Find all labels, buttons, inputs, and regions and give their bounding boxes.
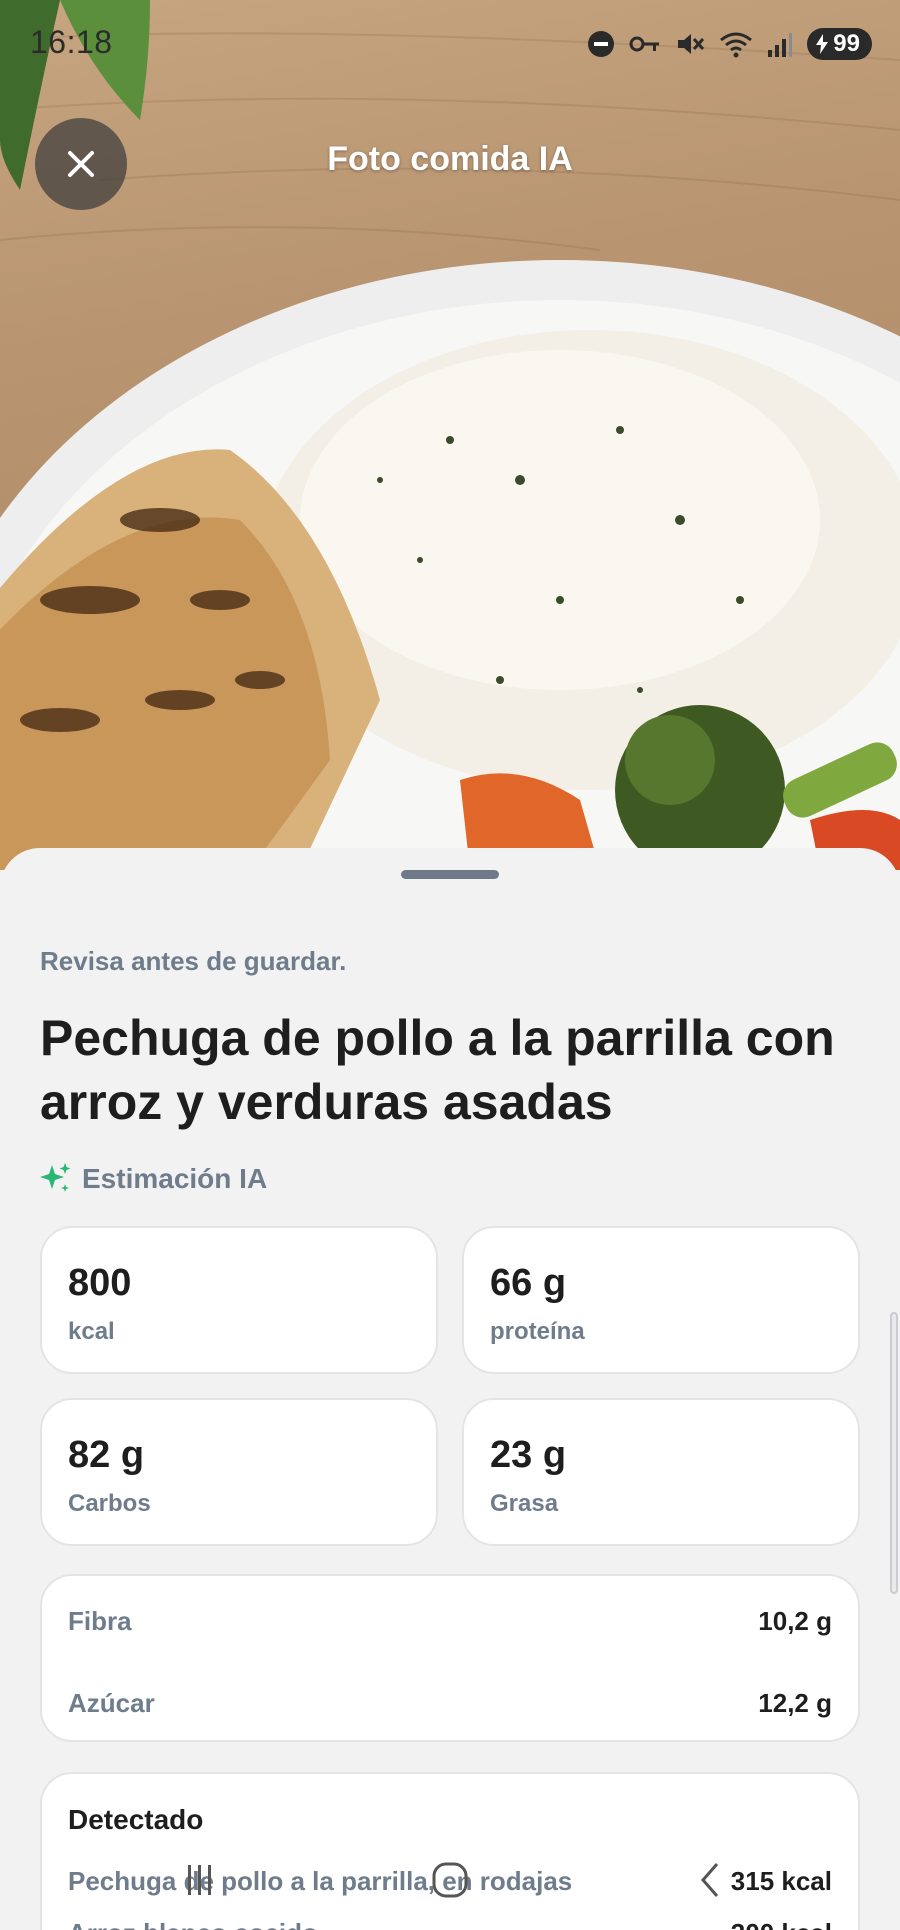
sugar-label: Azúcar [68,1688,155,1718]
status-time: 16:18 [30,24,113,60]
do-not-disturb-icon [587,30,615,58]
drag-handle[interactable] [401,870,499,879]
kcal-card[interactable]: 800 kcal [40,1226,438,1374]
sparkle-icon [40,1163,71,1192]
carbs-unit: Carbos [68,1490,151,1517]
screen: 16:18 99 Foto comida IA Revisa antes de … [0,0,900,1930]
review-sheet: Revisa antes de guardar. Pechuga de poll… [0,848,900,1930]
battery-indicator: 99 [807,28,872,60]
kcal-unit: kcal [68,1318,115,1345]
status-bar: 16:18 99 [0,0,900,86]
back-icon [701,1863,719,1897]
navigation-bar [0,1850,900,1930]
ai-estimate-badge: Estimación IA [38,1162,267,1196]
meal-photo-illustration [0,0,900,870]
meal-photo [0,0,900,870]
fat-unit: Grasa [490,1490,559,1517]
protein-card[interactable]: 66 g proteína [462,1226,860,1374]
battery-level: 99 [833,30,860,57]
status-icons: 99 [587,26,872,62]
sheet-subtitle: Revisa antes de guardar. [40,946,347,976]
vpn-key-icon [629,34,661,54]
home-icon [432,1862,468,1898]
detected-title: Detectado [68,1804,204,1835]
fiber-label: Fibra [68,1606,132,1636]
sugar-value[interactable]: 12,2 g [758,1688,832,1719]
carbs-value: 82 g [68,1434,145,1476]
back-button[interactable] [680,1850,740,1910]
protein-unit: proteína [490,1318,585,1345]
fiber-value[interactable]: 10,2 g [758,1606,832,1637]
wifi-icon [719,30,753,58]
recent-apps-icon [188,1865,211,1895]
fat-value: 23 g [490,1434,567,1476]
recent-apps-button[interactable] [170,1850,230,1910]
scrollbar[interactable] [890,1312,898,1594]
carbs-card[interactable]: 82 g Carbos [40,1398,438,1546]
ai-estimate-label: Estimación IA [82,1163,268,1194]
protein-value: 66 g [490,1262,567,1304]
mute-icon [675,30,705,58]
page-title: Foto comida IA [327,140,573,178]
fat-card[interactable]: 23 g Grasa [462,1398,860,1546]
meal-title: Pechuga de pollo a la parrilla con arroz… [40,1010,835,1130]
home-button[interactable] [420,1850,480,1910]
signal-icon [767,30,793,58]
charging-bolt-icon [816,34,829,54]
kcal-value: 800 [68,1262,132,1304]
extra-nutrients-card: Fibra 10,2 g Azúcar 12,2 g [40,1574,860,1742]
